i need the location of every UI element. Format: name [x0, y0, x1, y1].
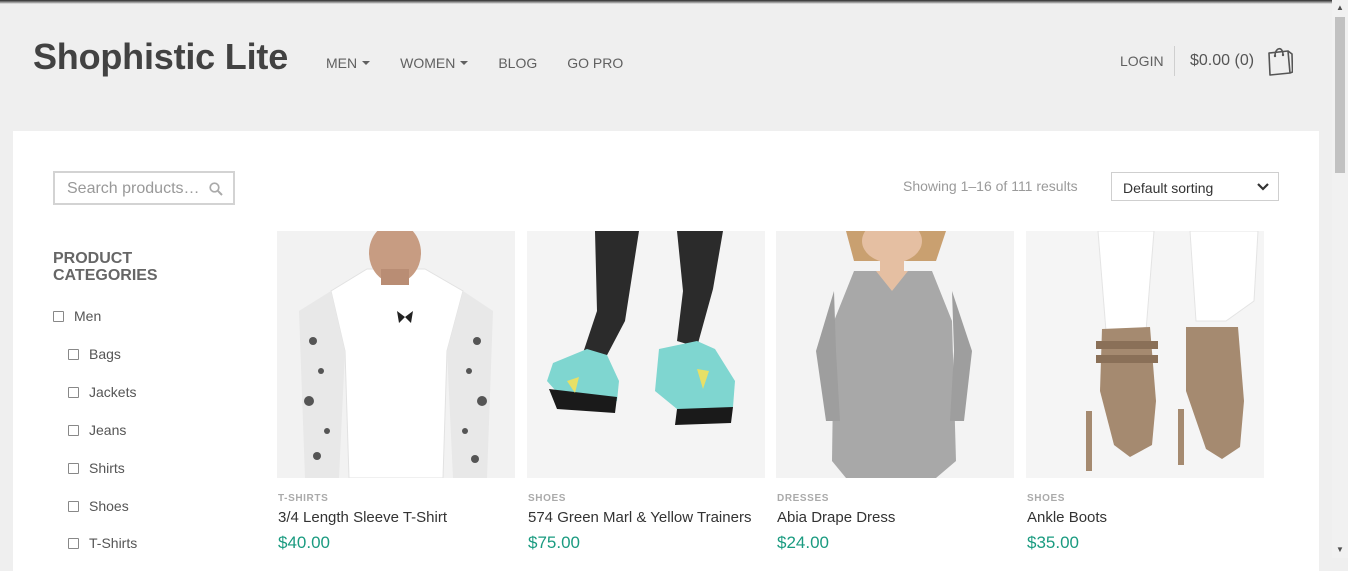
category-bags[interactable]: Bags [68, 346, 121, 362]
header-divider [1174, 46, 1175, 76]
nav-item-women[interactable]: WOMEN [400, 55, 469, 71]
product-image[interactable] [277, 223, 515, 479]
product-card[interactable]: SHOES 574 Green Marl & Yellow Trainers $… [527, 231, 765, 553]
site-title[interactable]: Shophistic Lite [33, 36, 288, 78]
cart-total-link[interactable]: $0.00 (0) [1190, 52, 1254, 70]
scroll-down-arrow-icon[interactable]: ▼ [1336, 546, 1344, 554]
category-label: Men [74, 308, 102, 324]
product-search-input[interactable]: Search products… [53, 171, 235, 205]
category-label: Jackets [89, 384, 137, 400]
category-label: Shoes [89, 498, 129, 514]
product-price: $75.00 [528, 533, 580, 552]
product-title[interactable]: Ankle Boots [1027, 509, 1264, 526]
product-price: $40.00 [278, 533, 330, 552]
nav-label: GO PRO [567, 55, 624, 71]
category-label: T-Shirts [89, 535, 138, 551]
category-shirts[interactable]: Shirts [68, 460, 125, 476]
nav-label: WOMEN [400, 55, 456, 71]
checkbox[interactable] [68, 424, 79, 436]
main-nav: MEN WOMEN BLOG GO PRO [326, 55, 653, 71]
nav-label: BLOG [498, 55, 538, 71]
product-category[interactable]: SHOES [1027, 493, 1264, 504]
product-price: $35.00 [1027, 533, 1079, 552]
category-label: Jeans [89, 422, 127, 438]
checkbox[interactable] [68, 537, 79, 549]
search-icon[interactable] [209, 182, 223, 196]
product-card[interactable]: DRESSES Abia Drape Dress $24.00 [776, 219, 1014, 553]
caret-down-icon [362, 61, 371, 65]
product-category[interactable]: T-SHIRTS [278, 493, 515, 504]
nav-item-blog[interactable]: BLOG [498, 55, 537, 71]
nav-label: MEN [326, 55, 358, 71]
product-image[interactable] [776, 219, 1014, 478]
chevron-down-icon [1257, 183, 1269, 191]
window-top-shadow [0, 0, 1332, 4]
search-placeholder: Search products… [67, 180, 200, 197]
scroll-up-arrow-icon[interactable]: ▲ [1336, 4, 1344, 12]
nav-item-men[interactable]: MEN [326, 55, 371, 71]
checkbox[interactable] [68, 500, 79, 512]
category-jackets[interactable]: Jackets [68, 384, 136, 400]
category-jeans[interactable]: Jeans [68, 422, 126, 438]
category-shoes[interactable]: Shoes [68, 498, 129, 514]
shop-content: Search products… Showing 1–16 of 111 res… [13, 131, 1319, 571]
nav-item-go-pro[interactable]: GO PRO [567, 55, 623, 71]
product-categories-heading: PRODUCT CATEGORIES [53, 250, 158, 284]
category-men[interactable]: Men [53, 308, 101, 324]
checkbox[interactable] [68, 386, 79, 398]
category-label: Shirts [89, 460, 125, 476]
product-title[interactable]: 574 Green Marl & Yellow Trainers [528, 509, 765, 526]
checkbox[interactable] [68, 348, 79, 360]
product-card[interactable]: T-SHIRTS 3/4 Length Sleeve T-Shirt $40.0… [277, 223, 515, 553]
login-link[interactable]: LOGIN [1120, 53, 1164, 69]
product-category[interactable]: SHOES [528, 493, 765, 504]
shopping-bag-icon[interactable] [1266, 43, 1293, 76]
checkbox[interactable] [53, 310, 64, 322]
checkbox[interactable] [68, 462, 79, 474]
sorting-value: Default sorting [1123, 180, 1214, 196]
results-count: Showing 1–16 of 111 results [903, 178, 1078, 194]
product-category[interactable]: DRESSES [777, 493, 1014, 504]
product-title[interactable]: Abia Drape Dress [777, 509, 1014, 526]
product-price: $24.00 [777, 533, 829, 552]
product-image[interactable] [527, 231, 765, 478]
caret-down-icon [460, 61, 469, 65]
product-card[interactable]: SHOES Ankle Boots $35.00 [1026, 230, 1264, 553]
product-image[interactable] [1026, 230, 1264, 478]
category-label: Bags [89, 346, 121, 362]
sorting-select[interactable]: Default sorting [1111, 172, 1279, 201]
scrollbar-thumb[interactable] [1335, 17, 1345, 173]
vertical-scrollbar[interactable]: ▲ ▼ [1332, 0, 1348, 558]
product-title[interactable]: 3/4 Length Sleeve T-Shirt [278, 509, 515, 526]
category-t-shirts[interactable]: T-Shirts [68, 535, 137, 551]
